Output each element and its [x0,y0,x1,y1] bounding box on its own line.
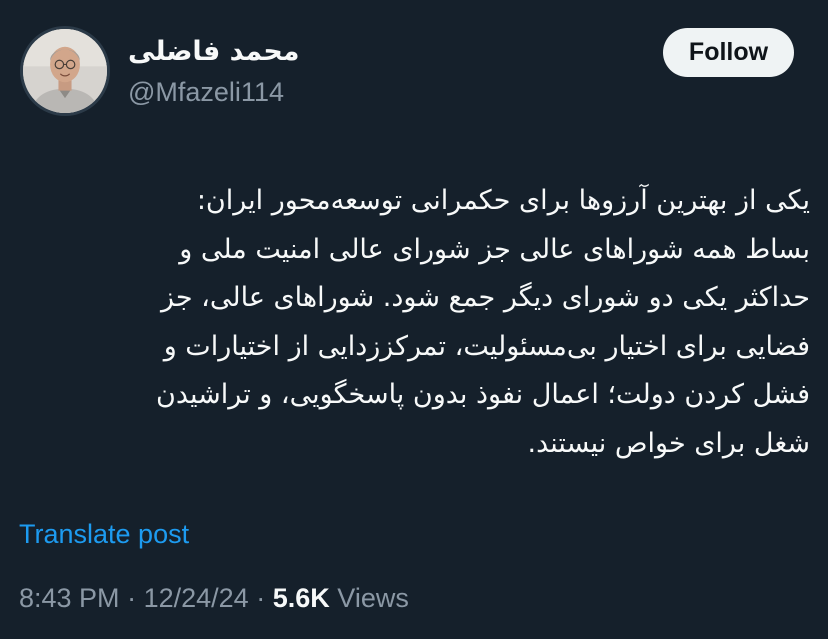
tweet-meta: 8:43 PM · 12/24/24 · 5.6K Views [19,580,409,616]
profile-photo-icon [23,29,107,113]
meta-separator: · [256,583,266,613]
tweet-header: محمد فاضلی @Mfazeli114 Follow [0,0,828,150]
tweet-date[interactable]: 12/24/24 [144,583,249,613]
author-handle[interactable]: @Mfazeli114 [128,76,284,108]
follow-button[interactable]: Follow [663,28,794,77]
avatar[interactable] [20,26,110,116]
views-label: Views [337,583,409,613]
meta-separator: · [127,583,137,613]
tweet-time[interactable]: 8:43 PM [19,583,120,613]
translate-post-link[interactable]: Translate post [19,516,189,552]
views-count: 5.6K [272,583,330,613]
author-display-name[interactable]: محمد فاضلی [128,36,300,68]
tweet-text: یکی از بهترین آرزوها برای حکمرانی توسعه‌… [156,185,810,459]
